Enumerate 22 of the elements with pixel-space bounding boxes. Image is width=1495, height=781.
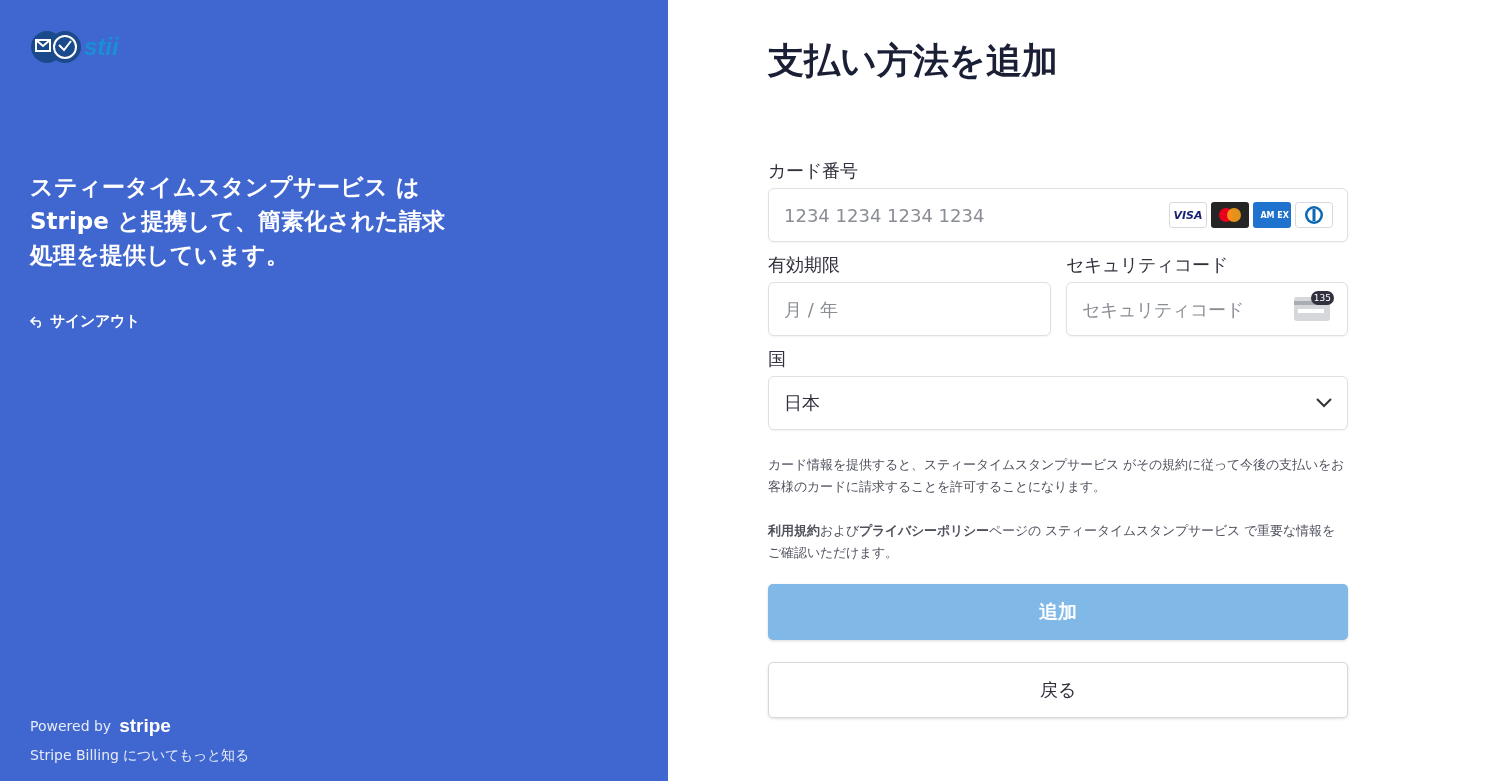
page-title: 支払い方法を追加 (768, 39, 1059, 83)
chevron-down-icon (1316, 398, 1332, 408)
terms-text: 利用規約およびプライバシーポリシーページの スティータイムスタンプサービス で重要な情報をご確認いただけます。 (768, 522, 1337, 562)
back-button[interactable]: 戻る (768, 662, 1348, 718)
clock-envelope-icon (30, 30, 82, 64)
mastercard-logo (1211, 202, 1249, 228)
field-label: セキュリティコード (1065, 254, 1229, 276)
visa-logo: VISA (1169, 202, 1207, 228)
field-label: カード番号 (768, 160, 859, 182)
stripe-wordmark: stripe (119, 715, 171, 737)
field-label: 国 (768, 348, 787, 370)
expiry-field[interactable]: 月 / 年 (768, 282, 1051, 336)
amex-logo: AM EX (1253, 202, 1291, 228)
diners-logo (1295, 202, 1333, 228)
headline: スティータイムスタンプサービス は Stripe と提携して、簡素化された請求処理を提供しています。 (30, 173, 446, 270)
sign-out-link[interactable]: サインアウト (30, 312, 140, 331)
country-select[interactable]: 日本 (768, 376, 1348, 430)
field-label: 有効期限 (768, 254, 841, 276)
consent-text: カード情報を提供すると、スティータイムスタンプサービス がその規約に従って今後の支払いをお客様のカードに請求することを許可することになります。 (768, 456, 1346, 496)
learn-more-link[interactable]: Stripe Billing についてもっと知る (30, 747, 250, 765)
powered-by-text: Powered by (30, 718, 112, 734)
return-arrow-icon (30, 315, 44, 328)
